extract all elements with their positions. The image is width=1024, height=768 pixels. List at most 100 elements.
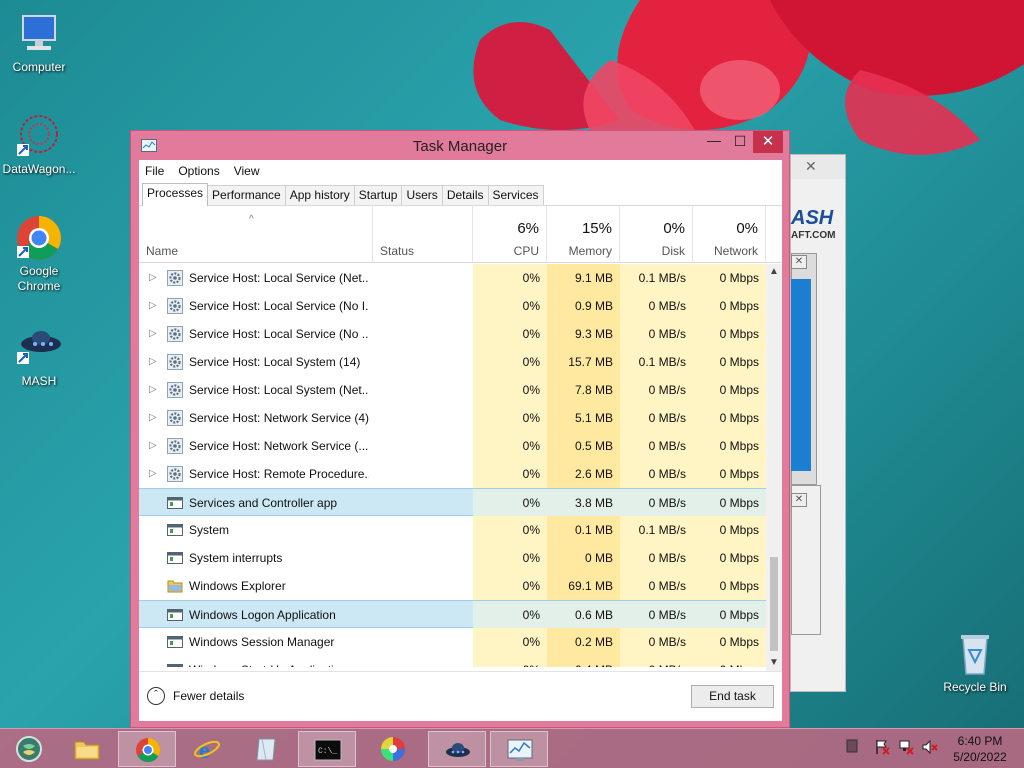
start-button[interactable] xyxy=(0,731,58,767)
scroll-up-arrow-icon[interactable]: ▲ xyxy=(766,264,782,280)
tab-app-history[interactable]: App history xyxy=(284,185,355,205)
menu-view[interactable]: View xyxy=(234,164,260,178)
process-row[interactable]: Windows Logon Application 0% 0.6 MB 0 MB/s 0… xyxy=(139,600,766,629)
desktop-icon-google-chrome[interactable]: Google Chrome xyxy=(0,214,78,294)
desktop-icon-recycle-bin[interactable]: Recycle Bin xyxy=(936,630,1014,695)
process-network-cell: 0 Mbps xyxy=(693,516,766,544)
process-cpu-cell: 0% xyxy=(473,292,547,320)
process-row[interactable]: System interrupts 0% 0 MB 0 MB/s 0 Mbps xyxy=(139,544,766,572)
process-cpu-cell: 0% xyxy=(473,628,547,656)
chevron-right-icon[interactable]: ▷ xyxy=(149,292,159,320)
tab-details[interactable]: Details xyxy=(441,185,489,205)
taskbar-internet-explorer[interactable]: e xyxy=(178,731,236,767)
process-network-cell: 0 Mbps xyxy=(693,572,766,600)
process-network-cell: 0 Mbps xyxy=(693,489,766,517)
task-manager-window[interactable]: Task Manager — ☐ ✕ File Options View Pro… xyxy=(130,130,790,728)
chevron-right-icon[interactable]: ▷ xyxy=(149,404,159,432)
fewer-details-button[interactable]: ˆ Fewer details xyxy=(147,687,244,705)
tab-services[interactable]: Services xyxy=(487,185,544,205)
clock-date: 5/20/2022 xyxy=(953,750,1007,764)
process-name: Service Host: Remote Procedure... xyxy=(189,467,369,481)
process-row[interactable]: ▷ Service Host: Local Service (Net... 0% 9.… xyxy=(139,264,766,292)
desktop-icon-mash[interactable]: MASH xyxy=(0,324,78,389)
scroll-down-arrow-icon[interactable]: ▼ xyxy=(766,655,782,671)
process-row[interactable]: Windows Session Manager 0% 0.2 MB 0 MB/s 0 M… xyxy=(139,628,766,656)
chevron-right-icon[interactable]: ▷ xyxy=(149,264,159,292)
chevron-right-icon[interactable]: ▷ xyxy=(149,432,159,460)
taskbar-task-manager[interactable] xyxy=(490,731,548,767)
column-header-status[interactable]: Status xyxy=(373,206,473,263)
tab-users[interactable]: Users xyxy=(401,185,443,205)
process-row[interactable]: ▷ Service Host: Network Service (... 0% 0.5… xyxy=(139,432,766,460)
process-network-cell: 0 Mbps xyxy=(693,460,766,488)
background-window-titlebar[interactable]: ✕ xyxy=(791,155,845,179)
svg-text:e: e xyxy=(199,738,210,762)
process-network-cell: 0 Mbps xyxy=(693,601,766,629)
process-row[interactable]: Windows Explorer 0% 69.1 MB 0 MB/s 0 Mbps xyxy=(139,572,766,600)
process-name: Service Host: Local System (Net... xyxy=(189,383,369,397)
process-row[interactable]: ▷ Service Host: Local System (Net... 0% 7.8… xyxy=(139,376,766,404)
process-name: Service Host: Network Service (4) xyxy=(189,411,369,425)
close-icon[interactable]: ✕ xyxy=(791,493,807,507)
chevron-right-icon[interactable]: ▷ xyxy=(149,376,159,404)
notepad-icon xyxy=(253,736,281,762)
process-network-cell: 0 Mbps xyxy=(693,544,766,572)
taskbar-file-explorer[interactable] xyxy=(58,731,116,767)
background-window[interactable]: ✕ ASH AFT.COM ✕ ✕ xyxy=(790,154,846,692)
tab-performance[interactable]: Performance xyxy=(207,185,286,205)
action-center-flag-icon[interactable] xyxy=(874,739,890,758)
process-row[interactable]: ▷ Service Host: Network Service (4) 0% 5.1 … xyxy=(139,404,766,432)
process-row[interactable]: ▷ Service Host: Local Service (No I... 0% 0… xyxy=(139,292,766,320)
column-header-cpu[interactable]: 6% CPU xyxy=(473,206,547,263)
process-cpu-cell: 0% xyxy=(473,489,547,517)
menu-options[interactable]: Options xyxy=(178,164,219,178)
close-button[interactable]: ✕ xyxy=(753,131,783,153)
column-header-network[interactable]: 0% Network xyxy=(693,206,766,263)
scrollbar-thumb[interactable] xyxy=(770,557,778,651)
chevron-right-icon[interactable]: ▷ xyxy=(149,320,159,348)
taskbar-color-app[interactable] xyxy=(364,731,422,767)
chevron-right-icon[interactable]: ▷ xyxy=(149,460,159,488)
maximize-button[interactable]: ☐ xyxy=(727,131,753,153)
process-name: Services and Controller app xyxy=(189,496,338,510)
network-icon[interactable] xyxy=(898,739,914,758)
process-name: Service Host: Local Service (No I... xyxy=(189,299,369,313)
gear-icon xyxy=(167,382,183,398)
process-row[interactable]: Windows Start-Up Application 0%0.4 MB0 MB… xyxy=(139,656,766,667)
taskbar-chrome[interactable] xyxy=(118,731,176,767)
menu-file[interactable]: File xyxy=(145,164,164,178)
process-row[interactable]: ▷ Service Host: Local Service (No ... 0% 9.… xyxy=(139,320,766,348)
process-row[interactable]: System 0% 0.1 MB 0.1 MB/s 0 Mbps xyxy=(139,516,766,544)
column-header-name[interactable]: ^ Name xyxy=(139,206,373,263)
minimize-button[interactable]: — xyxy=(701,131,727,153)
taskbar-command-prompt[interactable]: C:\_ xyxy=(298,731,356,767)
tab-startup[interactable]: Startup xyxy=(353,185,403,205)
chevron-right-icon[interactable]: ▷ xyxy=(149,348,159,376)
end-task-button[interactable]: End task xyxy=(691,685,774,708)
tab-processes[interactable]: Processes xyxy=(142,183,209,206)
system-clock[interactable]: 6:40 PM 5/20/2022 xyxy=(948,733,1012,765)
datawagon-icon xyxy=(15,112,63,160)
window-icon xyxy=(167,607,183,623)
process-cpu-cell: 0% xyxy=(473,544,547,572)
show-hidden-icons-icon[interactable] xyxy=(846,739,858,756)
process-row[interactable]: ▷ Service Host: Local System (14) 0% 15.7 M… xyxy=(139,348,766,376)
process-disk-cell: 0 MB/s xyxy=(620,404,693,432)
process-row[interactable]: Services and Controller app 0% 3.8 MB 0 MB/… xyxy=(139,488,766,517)
close-icon[interactable]: ✕ xyxy=(805,158,817,175)
column-header-disk[interactable]: 0% Disk xyxy=(620,206,693,263)
process-name: Windows Start-Up Application xyxy=(189,656,369,667)
desktop-icon-computer[interactable]: Computer xyxy=(0,10,78,75)
process-row[interactable]: ▷ Service Host: Remote Procedure... 0% 2.6 … xyxy=(139,460,766,488)
window-icon xyxy=(167,662,183,667)
volume-muted-icon[interactable] xyxy=(922,739,938,758)
titlebar[interactable]: Task Manager — ☐ ✕ xyxy=(131,131,789,160)
vertical-scrollbar[interactable]: ▲ ▼ xyxy=(766,264,782,671)
desktop-icon-datawagon[interactable]: DataWagon... xyxy=(0,112,78,177)
taskbar-notepad[interactable] xyxy=(238,731,296,767)
process-cpu-cell: 0% xyxy=(473,404,547,432)
close-icon[interactable]: ✕ xyxy=(791,255,807,269)
column-header-memory[interactable]: 15% Memory xyxy=(547,206,620,263)
process-name: Service Host: Network Service (... xyxy=(189,439,369,453)
taskbar-mash[interactable] xyxy=(428,731,486,767)
